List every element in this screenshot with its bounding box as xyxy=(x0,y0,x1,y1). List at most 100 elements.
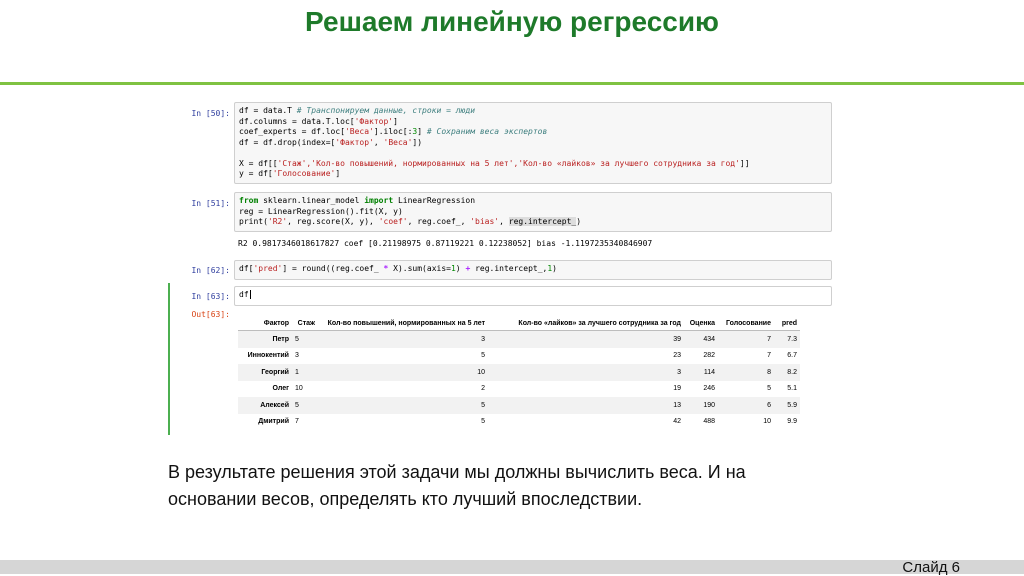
code-string: 'Голосование' xyxy=(272,169,336,178)
slide-title: Решаем линейную регрессию xyxy=(305,6,719,37)
row-index: Алексей xyxy=(238,397,292,414)
table-cell: 246 xyxy=(703,385,715,393)
caption-line: В результате решения этой задачи мы долж… xyxy=(168,462,746,482)
table-cell: 5 xyxy=(481,418,485,426)
code-keyword: from xyxy=(239,196,259,205)
input-prompt: In [50]: xyxy=(191,109,230,118)
table-cell: 23 xyxy=(673,352,681,360)
code-text: ]) xyxy=(412,137,423,147)
code-string: 'Фактор' xyxy=(354,116,394,126)
code-text: X = df[[ xyxy=(239,158,278,168)
row-index: Дмитрий xyxy=(258,418,289,426)
table-cell: 1 xyxy=(292,364,318,381)
code-text: reg.intercept_, xyxy=(470,264,548,273)
input-prompt: In [62]: xyxy=(191,266,230,275)
table-cell: 2 xyxy=(481,385,485,393)
column-header: Стаж xyxy=(292,317,318,331)
table-cell: 3 xyxy=(295,352,299,360)
code-string: 'R2' xyxy=(267,217,288,226)
table-cell: 6 xyxy=(718,397,774,414)
table-cell: 488 xyxy=(703,418,715,426)
code-string: 'coef' xyxy=(378,217,408,226)
table-row: Иннокентий 3 5 23 282 7 6.7 xyxy=(238,348,800,365)
notebook: In [50]: df = data.T # Транспонируем дан… xyxy=(168,100,836,435)
code-editor[interactable]: df['pred'] = round((reg.coef_ * X).sum(a… xyxy=(234,260,832,280)
code-text: reg = LinearRegression().fit(X, y) xyxy=(239,206,403,216)
code-text: df = df.drop(index=[ xyxy=(239,137,336,147)
column-header: Кол-во повышений, нормированных на 5 лет xyxy=(318,317,488,331)
code-text: ]] xyxy=(739,158,750,168)
selected-cell-indicator xyxy=(168,283,170,435)
column-header: Фактор xyxy=(238,317,292,331)
code-editor[interactable]: from sklearn.linear_model import LinearR… xyxy=(234,192,832,232)
table-row: Георгий 1 10 3 114 8 8.2 xyxy=(238,364,800,381)
table-cell: 5.9 xyxy=(774,397,800,414)
table-cell: 19 xyxy=(673,385,681,393)
code-string: 'pred' xyxy=(253,264,283,273)
table-cell: 8.2 xyxy=(774,364,800,381)
dataframe-table: Фактор Стаж Кол-во повышений, нормирован… xyxy=(238,317,800,430)
code-text: ].iloc[: xyxy=(373,127,413,136)
code-text: , xyxy=(499,217,509,226)
code-text: ) xyxy=(455,264,466,273)
table-cell: 3 xyxy=(318,330,488,348)
code-string: 'bias' xyxy=(470,217,500,226)
table-cell: 39 xyxy=(488,330,684,348)
code-text: ] xyxy=(417,127,427,136)
code-text: df = data.T xyxy=(239,106,297,115)
table-cell: 3 xyxy=(488,364,684,381)
code-text: coef_experts = df.loc[ xyxy=(239,127,345,136)
code-string: 'Фактор' xyxy=(335,137,374,147)
code-text: df.columns = data.T.loc[ xyxy=(239,116,355,126)
row-index: Георгий xyxy=(238,364,292,381)
table-cell: 42 xyxy=(673,418,681,426)
table-cell: 190 xyxy=(684,397,718,414)
output-prompt: Out[63]: xyxy=(191,310,230,319)
code-text: ) xyxy=(576,217,582,226)
column-header: Кол-во «лайков» за лучшего сотрудника за… xyxy=(488,317,684,331)
code-text: , reg.coef_, xyxy=(407,217,471,226)
code-text: df[ xyxy=(239,264,254,273)
input-prompt: In [51]: xyxy=(191,199,230,208)
table-row: Алексей 5 5 13 190 6 5.9 xyxy=(238,397,800,414)
footer-bar xyxy=(0,560,1024,574)
table-cell: 434 xyxy=(684,330,718,348)
input-prompt: In [63]: xyxy=(191,292,230,301)
table-cell: 7 xyxy=(295,418,299,426)
table-cell: 7.3 xyxy=(774,330,800,348)
table-row: Олег 10 2 19 246 5 5.1 xyxy=(238,381,800,398)
title-divider xyxy=(0,82,1024,85)
highlighted-code: reg.intercept_ xyxy=(508,217,577,226)
code-comment: # Сохраним веса экспертов xyxy=(426,127,548,136)
caption-line: основании весов, определять кто лучший в… xyxy=(168,489,643,509)
table-cell: 5 xyxy=(481,352,485,360)
code-text: ] xyxy=(393,116,398,126)
table-cell: 5 xyxy=(767,385,771,393)
code-text: print( xyxy=(239,217,268,226)
code-editor[interactable]: df = data.T # Транспонируем данные, стро… xyxy=(234,102,832,184)
row-index: Петр xyxy=(238,330,292,348)
code-text: LinearRegression xyxy=(393,196,476,205)
code-string: 'Веса' xyxy=(344,127,374,136)
code-text: X).sum(axis= xyxy=(388,264,451,273)
table-cell: 5 xyxy=(292,397,318,414)
code-text: y = df[ xyxy=(239,169,273,178)
table-row: Петр 5 3 39 434 7 7.3 xyxy=(238,330,800,348)
code-text: , xyxy=(373,137,384,147)
column-header: pred xyxy=(774,317,800,331)
table-cell: 6.7 xyxy=(787,352,797,360)
code-editor[interactable]: df xyxy=(234,286,832,306)
table-cell: 13 xyxy=(488,397,684,414)
table-header-row: Фактор Стаж Кол-во повышений, нормирован… xyxy=(238,317,800,331)
row-index: Иннокентий xyxy=(247,352,289,360)
slide-caption: В результате решения этой задачи мы долж… xyxy=(168,459,868,513)
table-cell: 114 xyxy=(684,364,718,381)
code-comment: # Транспонируем данные, строки = люди xyxy=(296,106,476,115)
column-header: Голосование xyxy=(718,317,774,331)
code-text: df xyxy=(239,290,249,299)
column-header: Оценка xyxy=(684,317,718,331)
table-cell: 10 xyxy=(763,418,771,426)
stdout-output: R2 0.9817346018617827 coef [0.21198975 0… xyxy=(238,239,653,248)
code-keyword: import xyxy=(364,196,394,205)
table-cell: 5 xyxy=(318,397,488,414)
